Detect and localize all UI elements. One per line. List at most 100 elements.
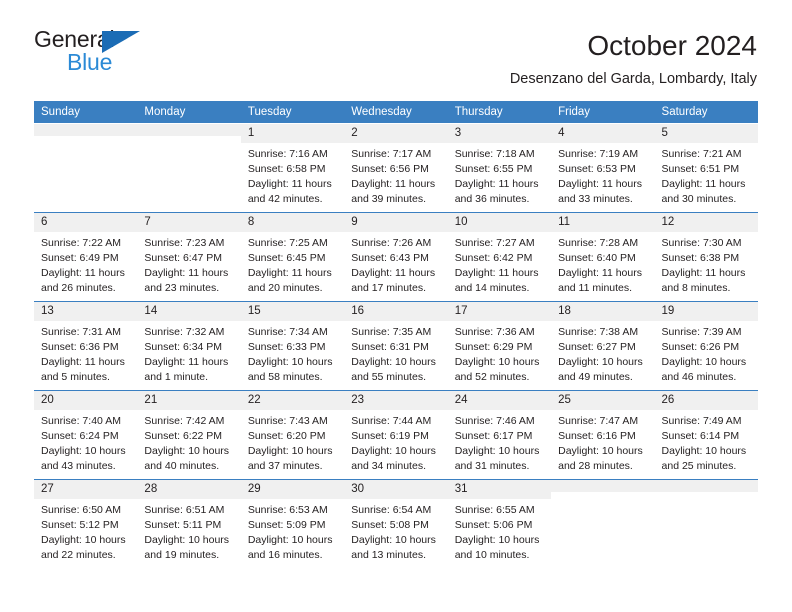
day-details: Sunrise: 7:49 AM Sunset: 6:14 PM Daylight:…: [655, 410, 758, 474]
day-details: Sunrise: 6:53 AM Sunset: 5:09 PM Daylight:…: [241, 499, 344, 563]
day-number: 27: [34, 479, 138, 500]
day-number: 29: [240, 479, 345, 500]
calendar-day-cell[interactable]: 31 Sunrise: 6:55 AM Sunset: 5:06 PM Dayligh…: [447, 478, 552, 569]
calendar-day-cell[interactable]: 8 Sunrise: 7:25 AM Sunset: 6:45 PM Daylight…: [240, 211, 345, 302]
sunrise-text: Sunrise: 6:54 AM: [351, 504, 432, 517]
day-number: 10: [447, 212, 552, 233]
day-number: 18: [551, 301, 655, 322]
daylight-text: Daylight: 11 hours and 30 minutes.: [661, 178, 746, 206]
calendar-day-cell[interactable]: 28 Sunrise: 6:51 AM Sunset: 5:11 PM Dayligh…: [137, 478, 241, 569]
day-number: 17: [447, 301, 552, 322]
sunrise-text: Sunrise: 7:25 AM: [247, 237, 328, 250]
calendar-day-cell[interactable]: 22 Sunrise: 7:43 AM Sunset: 6:20 PM Dayligh…: [240, 389, 345, 480]
calendar-day-cell[interactable]: 14 Sunrise: 7:32 AM Sunset: 6:34 PM Dayligh…: [137, 300, 241, 391]
page-title: October 2024: [587, 30, 757, 61]
day-number: 12: [654, 212, 758, 233]
day-number: 24: [447, 390, 552, 411]
sunrise-text: Sunrise: 7:22 AM: [41, 237, 121, 250]
calendar-day-cell[interactable]: 25 Sunrise: 7:47 AM Sunset: 6:16 PM Dayligh…: [551, 389, 655, 480]
calendar-day-cell[interactable]: 27 Sunrise: 6:50 AM Sunset: 5:12 PM Dayligh…: [34, 478, 138, 569]
daylight-text: Daylight: 10 hours and 22 minutes.: [41, 534, 126, 562]
sunrise-text: Sunrise: 7:44 AM: [351, 415, 432, 428]
daylight-text: Daylight: 11 hours and 33 minutes.: [558, 178, 642, 206]
day-details: Sunrise: 7:44 AM Sunset: 6:19 PM Daylight:…: [344, 410, 447, 474]
calendar-day-cell[interactable]: 26 Sunrise: 7:49 AM Sunset: 6:14 PM Dayligh…: [654, 389, 758, 480]
sunset-text: Sunset: 6:55 PM: [454, 163, 533, 176]
daylight-text: Daylight: 10 hours and 34 minutes.: [351, 445, 436, 473]
daylight-text: Daylight: 11 hours and 17 minutes.: [351, 267, 436, 295]
day-number: 26: [654, 390, 758, 411]
daylight-text: Daylight: 10 hours and 19 minutes.: [144, 534, 230, 562]
day-number: 22: [240, 390, 345, 411]
daylight-text: Daylight: 10 hours and 28 minutes.: [558, 445, 643, 473]
calendar-day-cell[interactable]: 19 Sunrise: 7:39 AM Sunset: 6:26 PM Dayligh…: [654, 300, 758, 391]
calendar-week-row: 6 Sunrise: 7:22 AM Sunset: 6:49 PM Daylight…: [34, 211, 758, 302]
calendar-day-cell[interactable]: 7 Sunrise: 7:23 AM Sunset: 6:47 PM Daylight…: [137, 211, 241, 302]
day-details: Sunrise: 6:55 AM Sunset: 5:06 PM Daylight:…: [448, 499, 551, 563]
calendar-week-row: 20 Sunrise: 7:40 AM Sunset: 6:24 PM Dayligh…: [34, 389, 758, 480]
calendar-day-cell[interactable]: 5 Sunrise: 7:21 AM Sunset: 6:51 PM Daylight…: [654, 122, 758, 213]
sunset-text: Sunset: 6:19 PM: [351, 430, 429, 443]
sunrise-text: Sunrise: 7:47 AM: [558, 415, 639, 428]
calendar-day-cell[interactable]: 16 Sunrise: 7:35 AM Sunset: 6:31 PM Dayligh…: [344, 300, 448, 391]
calendar-day-cell[interactable]: 12 Sunrise: 7:30 AM Sunset: 6:38 PM Dayligh…: [654, 211, 758, 302]
daylight-text: Daylight: 11 hours and 26 minutes.: [41, 267, 125, 295]
calendar-day-cell[interactable]: 30 Sunrise: 6:54 AM Sunset: 5:08 PM Dayligh…: [344, 478, 448, 569]
weekday-header-monday: Monday: [137, 100, 241, 124]
calendar-day-cell[interactable]: 24 Sunrise: 7:46 AM Sunset: 6:17 PM Dayligh…: [447, 389, 552, 480]
daylight-text: Daylight: 11 hours and 14 minutes.: [454, 267, 539, 295]
sunset-text: Sunset: 5:06 PM: [454, 519, 533, 532]
calendar-day-cell[interactable]: 21 Sunrise: 7:42 AM Sunset: 6:22 PM Dayligh…: [137, 389, 241, 480]
sunrise-text: Sunrise: 7:42 AM: [144, 415, 225, 428]
sunrise-text: Sunrise: 7:18 AM: [454, 148, 535, 161]
sunrise-text: Sunrise: 7:39 AM: [661, 326, 742, 339]
sunrise-text: Sunrise: 6:55 AM: [454, 504, 535, 517]
sunrise-text: Sunrise: 7:49 AM: [661, 415, 742, 428]
day-details: Sunrise: 7:26 AM Sunset: 6:43 PM Daylight:…: [344, 232, 447, 296]
day-details: Sunrise: 7:40 AM Sunset: 6:24 PM Daylight:…: [34, 410, 137, 474]
calendar-day-cell[interactable]: 17 Sunrise: 7:36 AM Sunset: 6:29 PM Dayligh…: [447, 300, 552, 391]
calendar-day-cell[interactable]: 3 Sunrise: 7:18 AM Sunset: 6:55 PM Daylight…: [447, 122, 552, 213]
daylight-text: Daylight: 10 hours and 25 minutes.: [661, 445, 747, 473]
day-details: Sunrise: 7:19 AM Sunset: 6:53 PM Daylight:…: [551, 143, 654, 207]
calendar-day-cell[interactable]: 1 Sunrise: 7:16 AM Sunset: 6:58 PM Daylight…: [240, 122, 345, 213]
sunset-text: Sunset: 6:38 PM: [661, 252, 740, 265]
page-header: General Blue October 2024 Desenzano del …: [0, 0, 792, 89]
calendar-day-cell[interactable]: 18 Sunrise: 7:38 AM Sunset: 6:27 PM Dayligh…: [551, 300, 655, 391]
calendar-day-cell[interactable]: 10 Sunrise: 7:27 AM Sunset: 6:42 PM Dayligh…: [447, 211, 552, 302]
sunrise-text: Sunrise: 7:35 AM: [351, 326, 432, 339]
brand-logo[interactable]: General Blue: [34, 28, 144, 80]
calendar-day-cell[interactable]: 4 Sunrise: 7:19 AM Sunset: 6:53 PM Daylight…: [551, 122, 655, 213]
day-number: [137, 123, 241, 136]
daylight-text: Daylight: 11 hours and 36 minutes.: [454, 178, 539, 206]
daylight-text: Daylight: 10 hours and 10 minutes.: [454, 534, 540, 562]
calendar-day-cell[interactable]: 11 Sunrise: 7:28 AM Sunset: 6:40 PM Dayligh…: [551, 211, 655, 302]
calendar-day-cell[interactable]: 2 Sunrise: 7:17 AM Sunset: 6:56 PM Daylight…: [344, 122, 448, 213]
calendar-day-cell[interactable]: 29 Sunrise: 6:53 AM Sunset: 5:09 PM Dayligh…: [240, 478, 345, 569]
day-details: Sunrise: 7:27 AM Sunset: 6:42 PM Daylight:…: [448, 232, 551, 296]
daylight-text: Daylight: 10 hours and 49 minutes.: [558, 356, 643, 384]
day-number: 9: [344, 212, 448, 233]
day-number: 30: [344, 479, 448, 500]
calendar-day-cell[interactable]: 15 Sunrise: 7:34 AM Sunset: 6:33 PM Dayligh…: [240, 300, 345, 391]
brand-name-blue: Blue: [67, 49, 113, 75]
calendar-header-row: Sunday Monday Tuesday Wednesday Thursday…: [34, 100, 758, 124]
day-number: 20: [34, 390, 138, 411]
calendar-day-cell[interactable]: 6 Sunrise: 7:22 AM Sunset: 6:49 PM Daylight…: [34, 211, 138, 302]
sunset-text: Sunset: 6:36 PM: [41, 341, 119, 354]
day-number: 21: [137, 390, 241, 411]
sunset-text: Sunset: 5:12 PM: [41, 519, 119, 532]
day-details: Sunrise: 7:39 AM Sunset: 6:26 PM Daylight:…: [655, 321, 758, 385]
sunrise-text: Sunrise: 7:32 AM: [144, 326, 225, 339]
day-details: Sunrise: 6:54 AM Sunset: 5:08 PM Daylight:…: [344, 499, 447, 563]
day-number: 25: [551, 390, 655, 411]
calendar-day-cell[interactable]: 13 Sunrise: 7:31 AM Sunset: 6:36 PM Dayligh…: [34, 300, 138, 391]
calendar-day-cell[interactable]: 23 Sunrise: 7:44 AM Sunset: 6:19 PM Dayligh…: [344, 389, 448, 480]
calendar-day-cell[interactable]: 20 Sunrise: 7:40 AM Sunset: 6:24 PM Dayligh…: [34, 389, 138, 480]
day-details: Sunrise: 7:30 AM Sunset: 6:38 PM Daylight:…: [655, 232, 758, 296]
calendar-day-cell[interactable]: 9 Sunrise: 7:26 AM Sunset: 6:43 PM Daylight…: [344, 211, 448, 302]
sunset-text: Sunset: 6:26 PM: [661, 341, 740, 354]
daylight-text: Daylight: 10 hours and 31 minutes.: [454, 445, 540, 473]
sunrise-text: Sunrise: 7:27 AM: [454, 237, 535, 250]
calendar-body: 1 Sunrise: 7:16 AM Sunset: 6:58 PM Daylight…: [34, 122, 758, 569]
